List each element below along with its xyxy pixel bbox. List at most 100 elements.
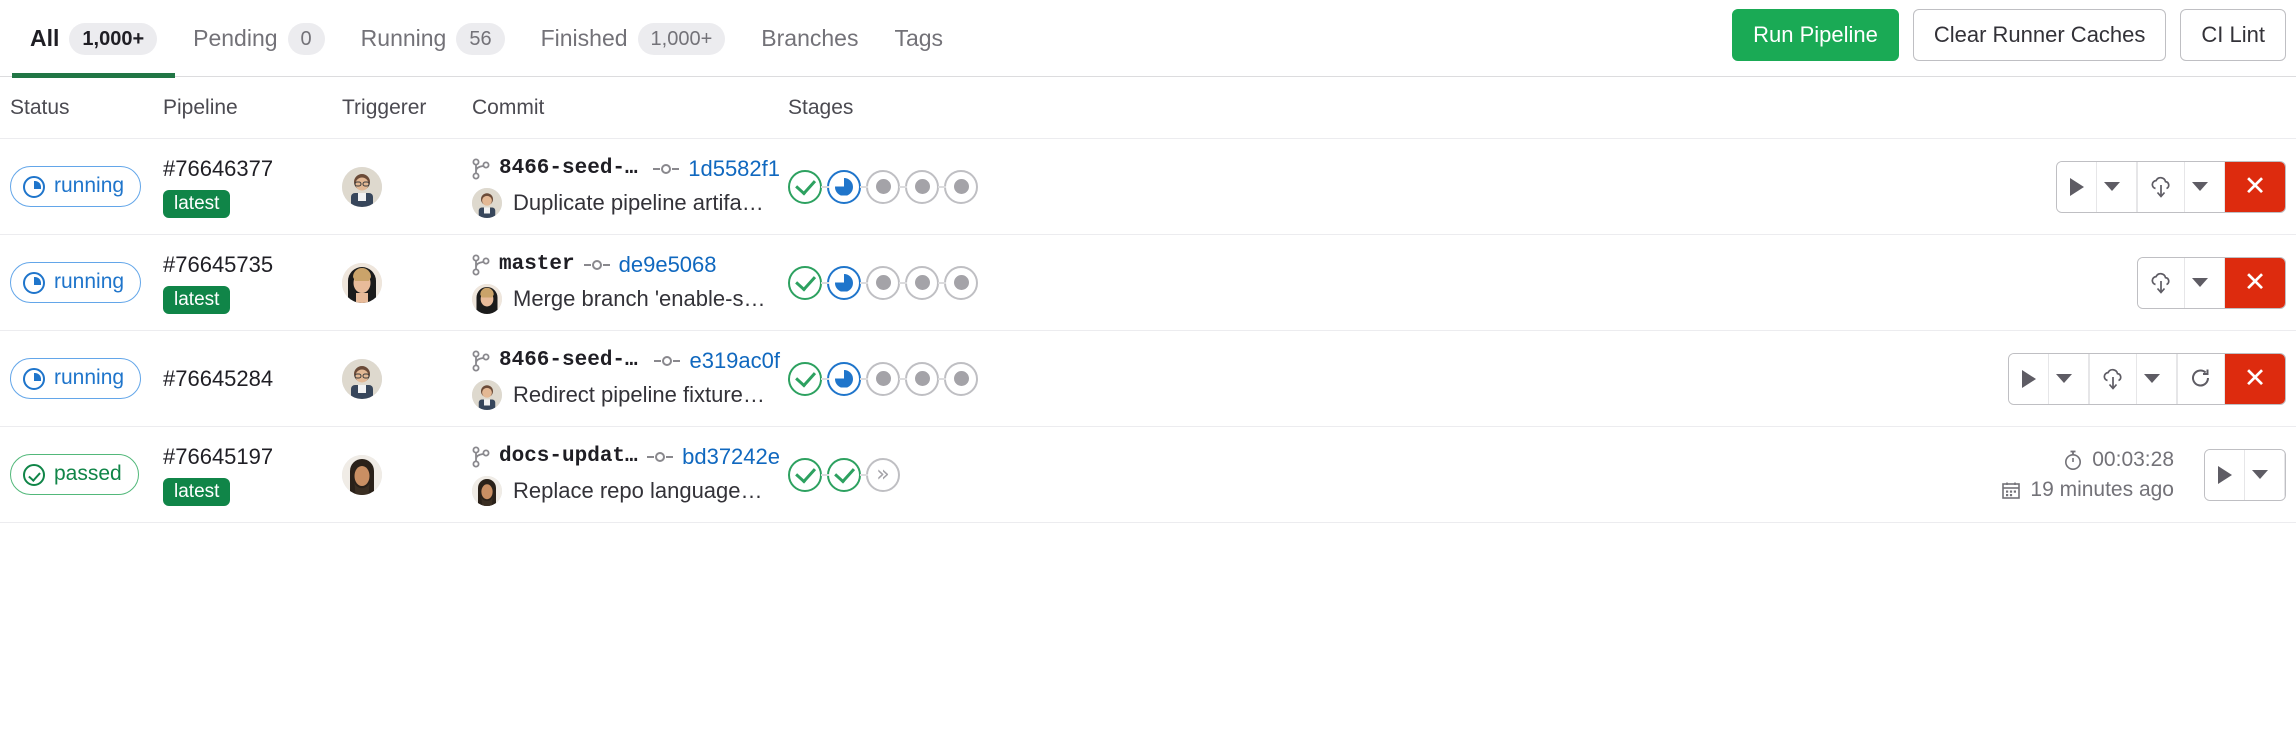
tab-finished-label: Finished (541, 25, 628, 52)
artifacts-button[interactable] (2137, 162, 2185, 212)
play-button[interactable] (2057, 162, 2097, 212)
status-badge[interactable]: passed (10, 454, 139, 494)
commit-icon (584, 259, 610, 271)
avatar[interactable] (342, 359, 382, 399)
tab-pending-count: 0 (288, 23, 325, 55)
row-status-cell: running (0, 166, 163, 206)
avatar[interactable] (342, 167, 382, 207)
pipeline-finished-time: 19 minutes ago (2030, 478, 2174, 502)
play-dropdown-button[interactable] (2097, 162, 2137, 212)
commit-message-link[interactable]: Merge branch 'enable-specific… (513, 286, 771, 312)
avatar[interactable] (472, 188, 502, 218)
tab-tags[interactable]: Tags (876, 0, 961, 77)
artifacts-button[interactable] (2089, 354, 2137, 404)
artifacts-dropdown-button[interactable] (2185, 258, 2225, 308)
row-pipeline-cell: #76645284 (163, 366, 320, 392)
running-icon (23, 176, 45, 198)
cancel-pipeline-button[interactable]: ✕ (2225, 162, 2285, 212)
tab-all[interactable]: All 1,000+ (12, 0, 175, 77)
commit-sha-link[interactable]: e319ac0f (689, 348, 780, 374)
chevron-down-icon (2252, 470, 2268, 479)
run-pipeline-button[interactable]: Run Pipeline (1732, 9, 1899, 61)
play-dropdown-button[interactable] (2049, 354, 2089, 404)
stage-icon-created[interactable] (866, 362, 900, 396)
artifacts-dropdown-button[interactable] (2137, 354, 2177, 404)
stage-icon-success[interactable] (827, 458, 861, 492)
artifacts-button[interactable] (2138, 258, 2185, 308)
tab-finished-count: 1,000+ (638, 23, 726, 55)
cancel-pipeline-button[interactable]: ✕ (2225, 258, 2285, 308)
status-badge[interactable]: running (10, 166, 141, 206)
stages-list (780, 170, 2026, 204)
stage-icon-running[interactable] (827, 266, 861, 300)
stage-icon-created[interactable] (866, 170, 900, 204)
stage-icon-running[interactable] (827, 362, 861, 396)
status-badge[interactable]: running (10, 358, 141, 398)
stage-icon-created[interactable] (905, 170, 939, 204)
stage-icon-created[interactable] (944, 266, 978, 300)
clear-runner-caches-button[interactable]: Clear Runner Caches (1913, 9, 2167, 61)
stage-icon-created[interactable] (944, 362, 978, 396)
chevron-down-icon (2192, 182, 2208, 191)
branch-icon (472, 446, 490, 468)
commit-sha-link[interactable]: 1d5582f1 (688, 156, 780, 182)
commit-message-link[interactable]: Replace repo languages scree… (513, 478, 771, 504)
commit-message-link[interactable]: Redirect pipeline fixtures to be… (513, 382, 771, 408)
action-button-group (2204, 449, 2286, 501)
commit-sha-link[interactable]: bd37242e (682, 444, 780, 470)
stage-icon-created[interactable] (905, 266, 939, 300)
status-badge[interactable]: running (10, 262, 141, 302)
close-icon: ✕ (2244, 365, 2267, 392)
avatar[interactable] (342, 455, 382, 495)
stage-icon-skipped[interactable] (866, 458, 900, 492)
stage-icon-success[interactable] (788, 266, 822, 300)
download-icon (2149, 271, 2173, 295)
branch-link[interactable]: master (499, 253, 575, 276)
stage-icon-success[interactable] (788, 458, 822, 492)
avatar[interactable] (472, 284, 502, 314)
tab-all-count: 1,000+ (69, 23, 157, 55)
avatar[interactable] (472, 380, 502, 410)
row-actions-cell (2204, 449, 2296, 501)
stage-icon-running[interactable] (827, 170, 861, 204)
pipeline-id-link[interactable]: #76646377 (163, 156, 320, 182)
avatar[interactable] (472, 476, 502, 506)
branch-link[interactable]: 8466-seed-r… (499, 157, 644, 180)
stages-list (780, 458, 2001, 492)
tab-branches[interactable]: Branches (743, 0, 876, 77)
row-pipeline-cell: #76646377 latest (163, 156, 320, 218)
retry-button[interactable] (2177, 354, 2225, 404)
pipeline-id-link[interactable]: #76645284 (163, 366, 320, 392)
avatar[interactable] (342, 263, 382, 303)
play-dropdown-button[interactable] (2245, 450, 2285, 500)
branch-link[interactable]: 8466-seed-r… (499, 349, 645, 372)
play-button[interactable] (2009, 354, 2049, 404)
commit-message-link[interactable]: Duplicate pipeline artifacts use… (513, 190, 771, 216)
row-status-cell: passed (0, 454, 163, 494)
tab-running[interactable]: Running 56 (343, 0, 523, 77)
commit-sha-link[interactable]: de9e5068 (619, 252, 717, 278)
tab-finished[interactable]: Finished 1,000+ (523, 0, 744, 77)
play-button[interactable] (2205, 450, 2245, 500)
latest-badge: latest (163, 478, 230, 506)
pipeline-id-link[interactable]: #76645197 (163, 444, 320, 470)
action-button-group: ✕ (2137, 257, 2286, 309)
column-header-triggerer: Triggerer (320, 96, 472, 120)
play-icon (2022, 370, 2036, 388)
stage-icon-created[interactable] (905, 362, 939, 396)
pipeline-id-link[interactable]: #76645735 (163, 252, 320, 278)
tab-pending[interactable]: Pending 0 (175, 0, 343, 77)
stage-icon-created[interactable] (944, 170, 978, 204)
cancel-pipeline-button[interactable]: ✕ (2225, 354, 2285, 404)
stage-icon-success[interactable] (788, 362, 822, 396)
download-icon (2101, 367, 2125, 391)
stage-icon-created[interactable] (866, 266, 900, 300)
stopwatch-icon (2063, 449, 2083, 471)
play-icon (2218, 466, 2232, 484)
branch-link[interactable]: docs-update… (499, 445, 638, 468)
row-stages-cell (780, 266, 2107, 300)
ci-lint-button[interactable]: CI Lint (2180, 9, 2286, 61)
stage-icon-success[interactable] (788, 170, 822, 204)
row-status-cell: running (0, 262, 163, 302)
artifacts-dropdown-button[interactable] (2185, 162, 2225, 212)
